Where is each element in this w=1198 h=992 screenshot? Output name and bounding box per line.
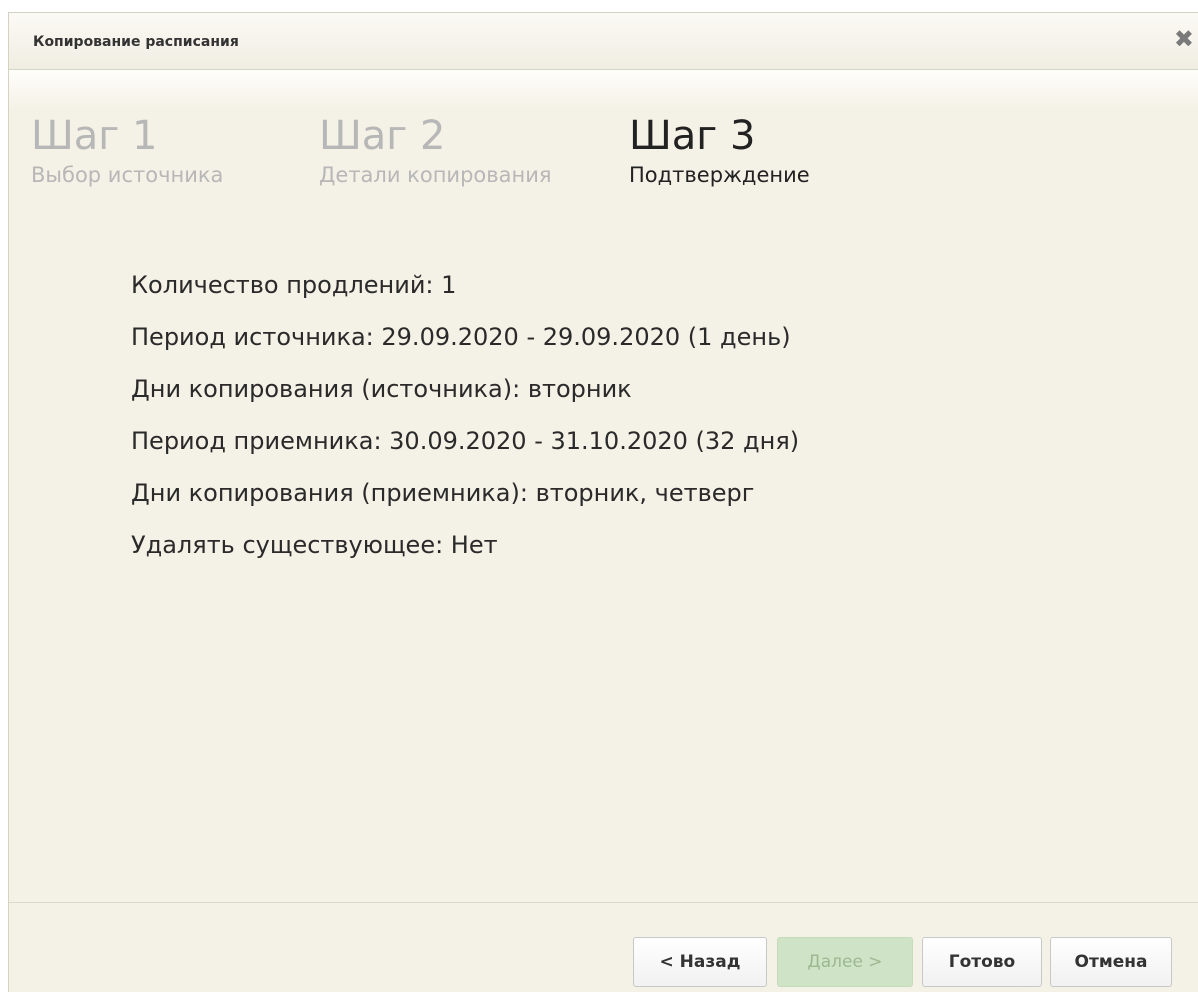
next-button[interactable]: Далее > (777, 937, 913, 987)
target-period: Период приемника: 30.09.2020 - 31.10.202… (131, 427, 800, 455)
dialog-footer: < Назад Далее > Готово Отмена (9, 902, 1198, 992)
step-2-title: Шаг 2 (319, 113, 446, 159)
confirmation-summary: Количество продлений: 1 Период источника… (131, 259, 799, 571)
source-copy-days: Дни копирования (источника): вторник (131, 375, 632, 403)
step-3-subtitle: Подтверждение (629, 163, 810, 187)
delete-existing: Удалять существующее: Нет (131, 531, 498, 559)
steps-band (9, 70, 1198, 110)
step-1-subtitle: Выбор источника (31, 163, 224, 187)
source-period: Период источника: 29.09.2020 - 29.09.202… (131, 323, 791, 351)
step-3: Шаг 3 Подтверждение (629, 113, 810, 189)
copy-schedule-dialog: Копирование расписания ✖ Шаг 1 Выбор ист… (8, 12, 1198, 992)
close-icon[interactable]: ✖ (1174, 27, 1194, 51)
step-1-title: Шаг 1 (31, 113, 158, 159)
cancel-button[interactable]: Отмена (1050, 937, 1172, 987)
extension-count: Количество продлений: 1 (131, 271, 457, 299)
done-button[interactable]: Готово (922, 937, 1042, 987)
step-2-subtitle: Детали копирования (319, 163, 552, 187)
back-button[interactable]: < Назад (633, 937, 767, 987)
step-3-title: Шаг 3 (629, 113, 756, 159)
step-1: Шаг 1 Выбор источника (31, 113, 223, 189)
target-copy-days: Дни копирования (приемника): вторник, че… (131, 479, 755, 507)
dialog-title: Копирование расписания (33, 34, 239, 50)
step-2: Шаг 2 Детали копирования (319, 113, 552, 189)
dialog-titlebar: Копирование расписания ✖ (9, 13, 1198, 70)
